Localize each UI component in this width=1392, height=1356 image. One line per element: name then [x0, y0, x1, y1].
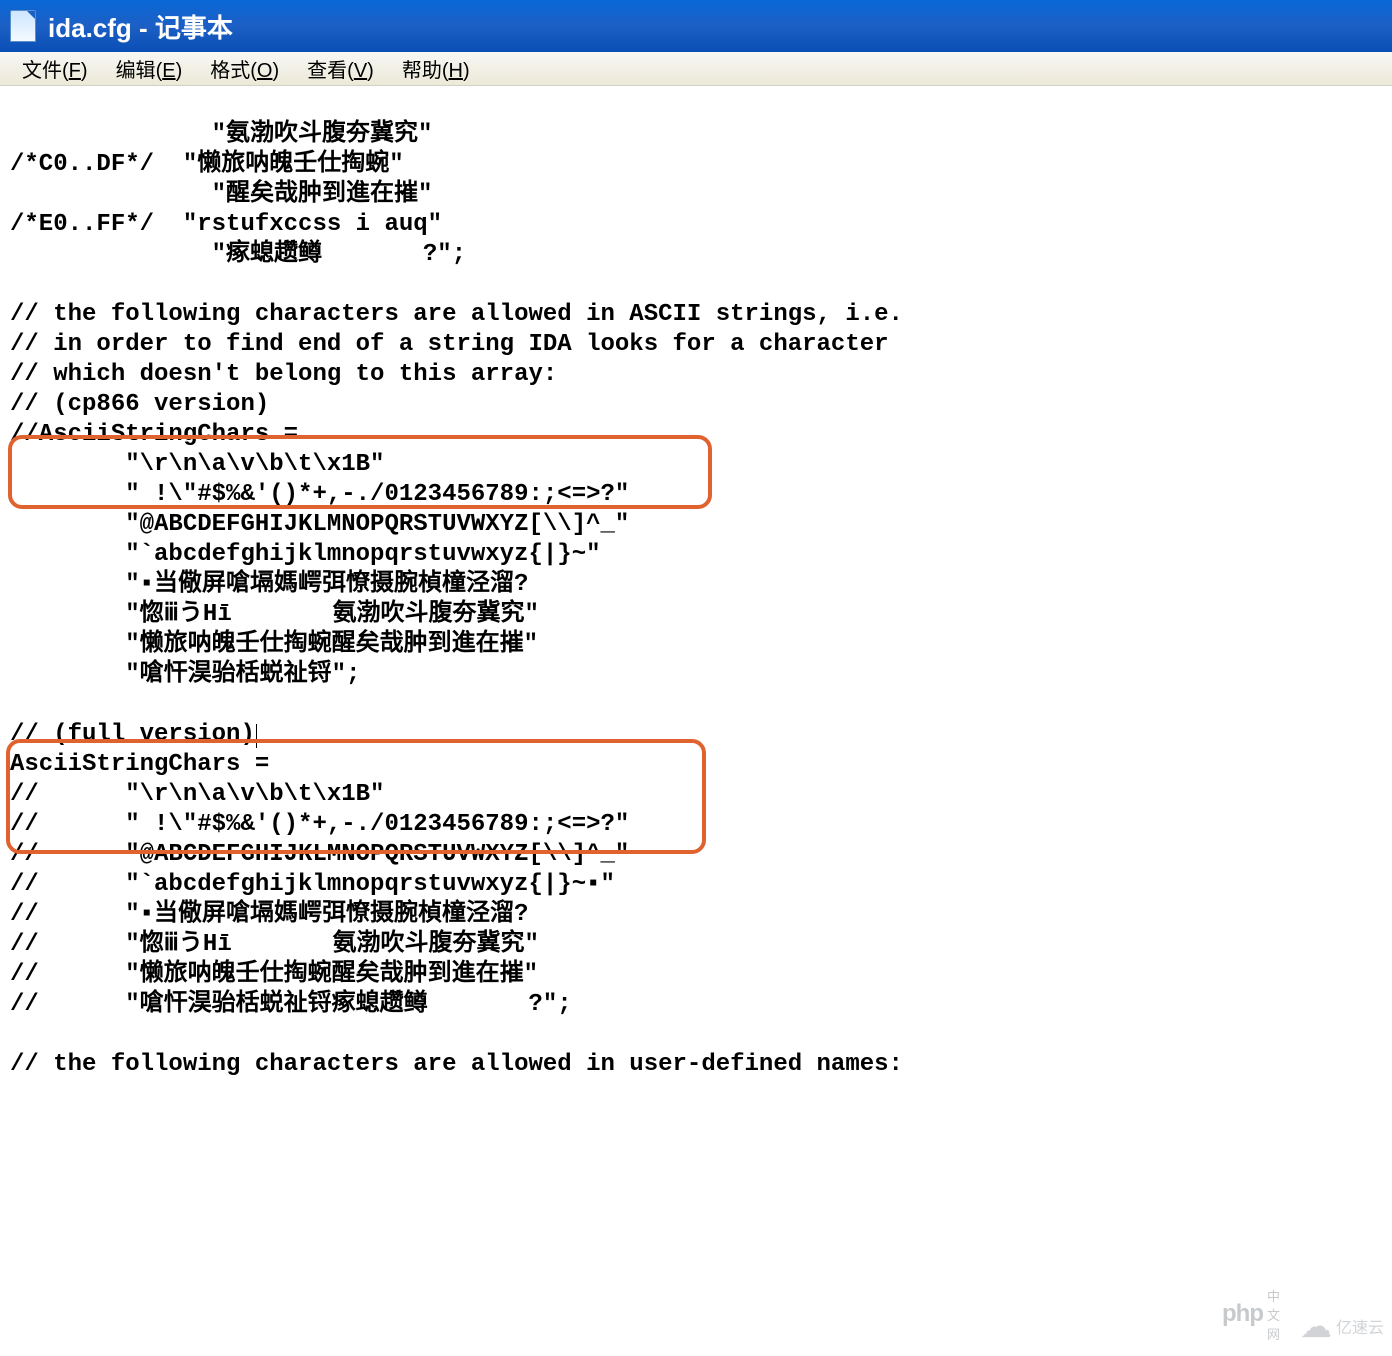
watermark-php-text: 中文网	[1267, 1286, 1292, 1343]
notepad-file-icon	[10, 10, 36, 42]
menu-edit[interactable]: 编辑(E)	[102, 50, 197, 87]
code-line: // "嗆忓淏骀栝蜕祉锊瘃螅趱鳟 ?";	[10, 991, 572, 1018]
menu-help[interactable]: 帮助(H)	[388, 50, 484, 87]
code-line: // "@ABCDEFGHIJKLMNOPQRSTUVWXYZ[\\]^_"	[10, 841, 629, 868]
code-line: //AsciiStringChars =	[10, 421, 298, 448]
code-line: "惚ⅲうНī 氨渤吹斗腹夯冀究"	[10, 601, 539, 628]
code-line: // "`abcdefghijklmnopqrstuvwxyz{|}~▪"	[10, 871, 615, 898]
menu-file[interactable]: 文件(F)	[8, 50, 102, 87]
code-line: // (cp866 version)	[10, 391, 269, 418]
watermark-php-logo: php	[1222, 1300, 1263, 1328]
code-line: // the following characters are allowed …	[10, 1051, 903, 1078]
code-line: "嗆忓淏骀栝蜕祉锊";	[10, 661, 360, 688]
watermark-php: php 中文网	[1222, 1290, 1292, 1338]
code-line: /*C0..DF*/ "懒旅呐魄壬仕掏蜿"	[10, 151, 404, 178]
cloud-icon: ☁	[1300, 1310, 1332, 1342]
watermark-yisu-text: 亿速云	[1336, 1314, 1384, 1338]
code-line: // (full version)	[10, 721, 257, 748]
code-line: /*E0..FF*/ "rstufxccss i auq"	[10, 211, 442, 238]
text-cursor	[256, 724, 257, 748]
code-line: "懒旅呐魄壬仕掏蜿醒矣哉肿到進在摧"	[10, 631, 538, 658]
text-editor-content[interactable]: "氨渤吹斗腹夯冀究" /*C0..DF*/ "懒旅呐魄壬仕掏蜿" "醒矣哉肿到進…	[0, 86, 1392, 1144]
code-line: // "\r\n\a\v\b\t\x1B"	[10, 781, 384, 808]
menu-view[interactable]: 查看(V)	[293, 50, 388, 87]
code-line: "▪当儆屏嗆塥媽崿弭憭摄腕楨橦泾溜?	[10, 571, 528, 598]
code-line: "醒矣哉肿到進在摧"	[10, 181, 432, 208]
window-title: ida.cfg - 记事本	[48, 8, 233, 45]
menu-bar: 文件(F) 编辑(E) 格式(O) 查看(V) 帮助(H)	[0, 52, 1392, 86]
code-line: // " !\"#$%&'()*+,-./0123456789:;<=>?"	[10, 811, 629, 838]
code-line: // which doesn't belong to this array:	[10, 361, 557, 388]
code-line: "瘃螅趱鳟 ?";	[10, 241, 466, 268]
code-line: "`abcdefghijklmnopqrstuvwxyz{|}~"	[10, 541, 601, 568]
code-line: // "懒旅呐魄壬仕掏蜿醒矣哉肿到進在摧"	[10, 961, 538, 988]
menu-format[interactable]: 格式(O)	[196, 50, 293, 87]
code-line: AsciiStringChars =	[10, 751, 269, 778]
code-line: // "惚ⅲうНī 氨渤吹斗腹夯冀究"	[10, 931, 539, 958]
code-line: // the following characters are allowed …	[10, 301, 903, 328]
window-titlebar: ida.cfg - 记事本	[0, 0, 1392, 52]
code-line: "@ABCDEFGHIJKLMNOPQRSTUVWXYZ[\\]^_"	[10, 511, 629, 538]
code-line: // "▪当儆屏嗆塥媽崿弭憭摄腕楨橦泾溜?	[10, 901, 528, 928]
code-line: "氨渤吹斗腹夯冀究"	[10, 121, 432, 148]
code-line: " !\"#$%&'()*+,-./0123456789:;<=>?"	[10, 481, 629, 508]
watermark-yisu: ☁ 亿速云	[1300, 1310, 1384, 1342]
code-line: "\r\n\a\v\b\t\x1B"	[10, 451, 384, 478]
code-line: // in order to find end of a string IDA …	[10, 331, 889, 358]
